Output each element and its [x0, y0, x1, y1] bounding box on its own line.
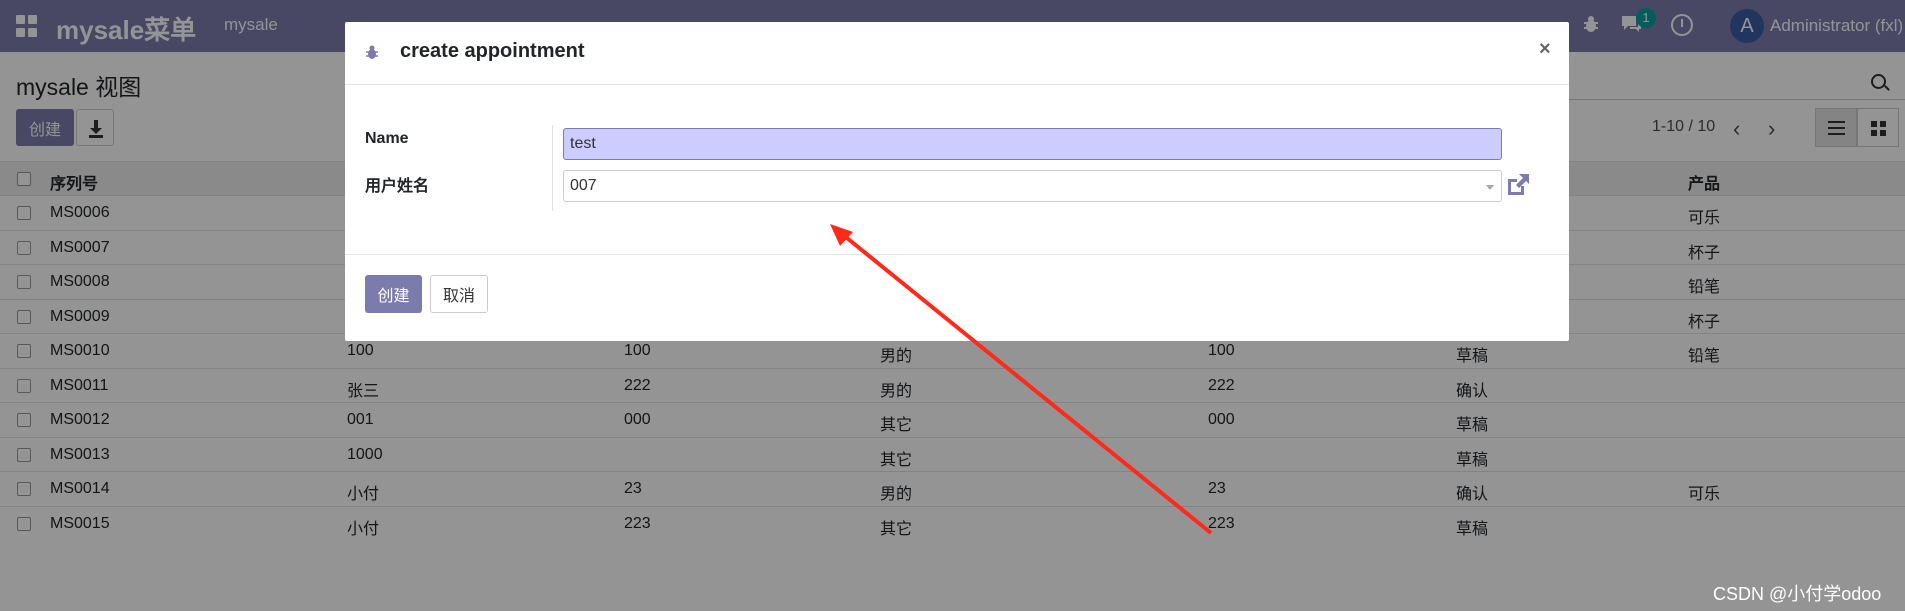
- arrow-head: [830, 224, 853, 246]
- annotation-arrow: [830, 224, 1213, 535]
- watermark: CSDN @小付学odoo: [1713, 584, 1882, 604]
- arrow-shaft: [840, 232, 1213, 535]
